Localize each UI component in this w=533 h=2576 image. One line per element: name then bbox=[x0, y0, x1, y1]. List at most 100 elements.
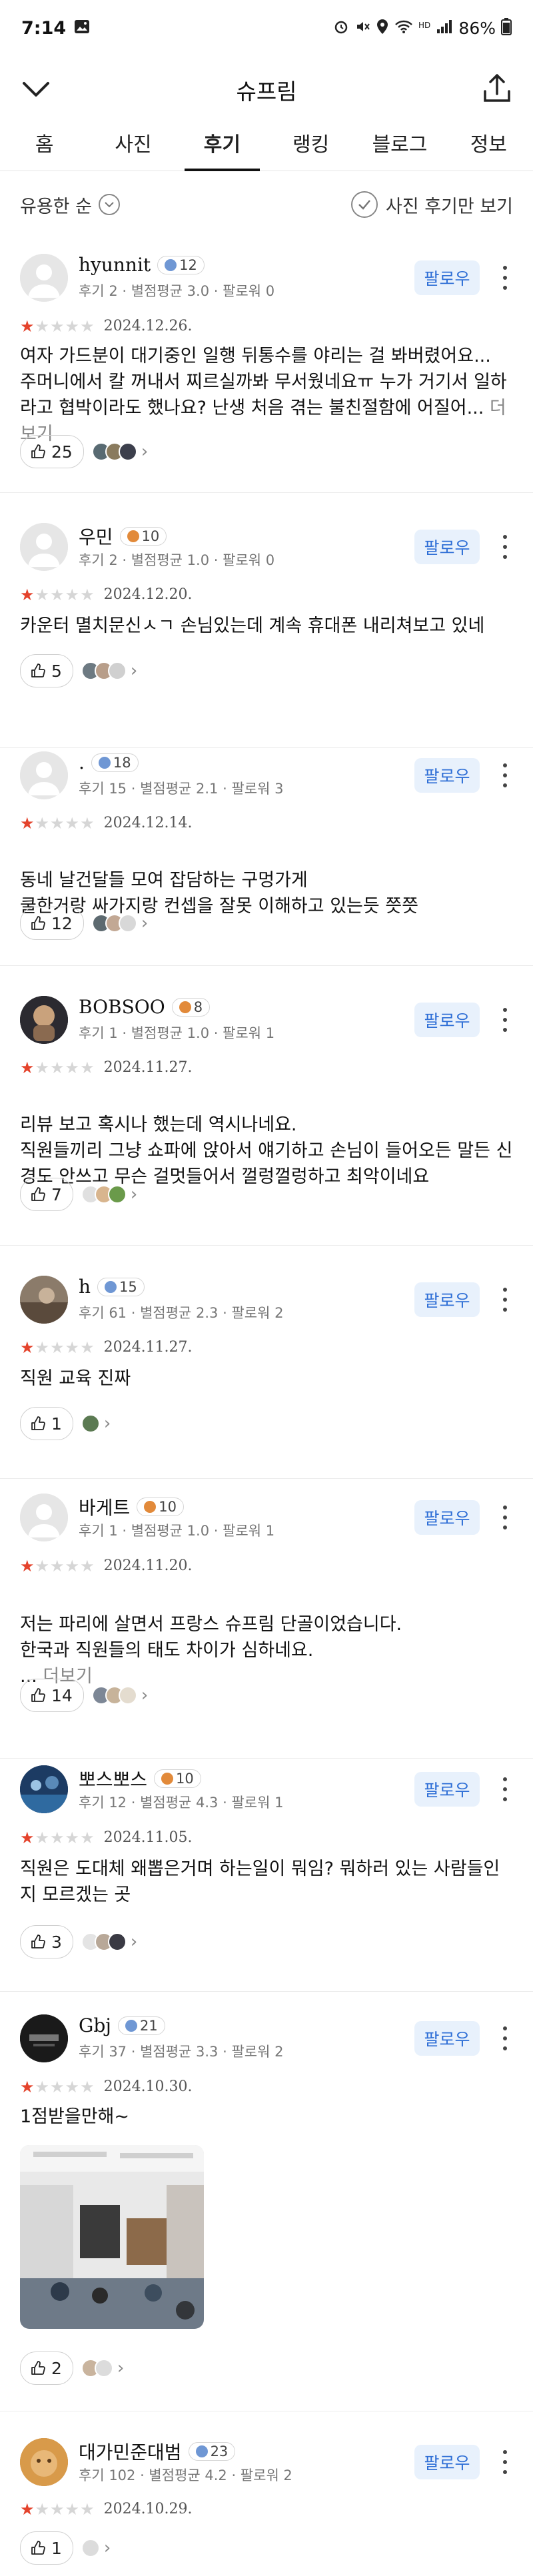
review-item: hyunnit 12 후기 2 · 별점평균 3.0 · 팔로워 0 팔로우 ★… bbox=[0, 238, 533, 493]
sort-label: 유용한 순 bbox=[20, 196, 92, 217]
like-button[interactable]: 7 bbox=[20, 1178, 73, 1211]
like-button[interactable]: 25 bbox=[20, 435, 84, 468]
rating-row: ★ ★ ★ ★ ★ 2024.10.29. bbox=[20, 2501, 193, 2517]
reactor-avatars[interactable]: › bbox=[81, 1414, 111, 1434]
reviewer-name[interactable]: hyunnit bbox=[79, 254, 151, 276]
avatar[interactable] bbox=[20, 751, 68, 799]
avatar[interactable] bbox=[20, 1765, 68, 1813]
tab-photos[interactable]: 사진 bbox=[89, 123, 177, 171]
follow-button[interactable]: 팔로우 bbox=[414, 758, 480, 793]
follow-button[interactable]: 팔로우 bbox=[414, 2021, 480, 2056]
more-options-icon[interactable] bbox=[497, 532, 513, 562]
like-button[interactable]: 14 bbox=[20, 1679, 84, 1712]
photo-only-toggle[interactable]: 사진 후기만 보기 bbox=[350, 191, 513, 218]
reviewer-stats: 후기 1 · 별점평균 1.0 · 팔로워 1 bbox=[79, 1025, 275, 1041]
like-row: 7 › bbox=[20, 1178, 137, 1211]
review-date: 2024.12.20. bbox=[103, 586, 193, 603]
reviewer-name[interactable]: 대가민준대범 bbox=[79, 2438, 182, 2465]
more-options-icon[interactable] bbox=[497, 1503, 513, 1532]
review-text: 리뷰 보고 혹시나 했는데 역시나네요. 직원들끼리 그냥 쇼파에 앉아서 얘기… bbox=[20, 1114, 513, 1187]
rating-row: ★ ★ ★ ★ ★ 2024.12.14. bbox=[20, 815, 193, 831]
reviewer-name[interactable]: Gbj bbox=[79, 2014, 111, 2036]
more-options-icon[interactable] bbox=[497, 1005, 513, 1035]
reactor-avatars[interactable]: › bbox=[91, 442, 148, 462]
more-options-icon[interactable] bbox=[497, 761, 513, 790]
like-button[interactable]: 12 bbox=[20, 907, 84, 940]
more-options-icon[interactable] bbox=[497, 1285, 513, 1314]
follow-button[interactable]: 팔로우 bbox=[414, 530, 480, 564]
more-options-icon[interactable] bbox=[497, 2024, 513, 2053]
reactor-avatars[interactable]: › bbox=[91, 1685, 148, 1705]
review-body: 직원은 도대체 왜뽑은거며 하는일이 뭐임? 뭐하러 있는 사람들인지 모르겠는… bbox=[20, 1856, 513, 1908]
reactor-avatars[interactable]: › bbox=[81, 661, 137, 681]
tab-ranking[interactable]: 랭킹 bbox=[266, 123, 355, 171]
svg-text:HD: HD bbox=[418, 21, 430, 30]
chevron-right-icon: › bbox=[130, 1932, 138, 1952]
share-icon[interactable] bbox=[480, 71, 514, 106]
tab-reviews[interactable]: 후기 bbox=[178, 123, 266, 171]
avatar[interactable] bbox=[20, 1276, 68, 1324]
reactor-avatars[interactable]: › bbox=[81, 1932, 137, 1952]
like-count: 1 bbox=[51, 1414, 62, 1434]
review-item: 바게트 10 후기 1 · 별점평균 1.0 · 팔로워 1 팔로우 ★ ★ ★ ★ ★… bbox=[0, 1479, 533, 1759]
reactor-avatars[interactable]: › bbox=[81, 1184, 137, 1204]
avatar[interactable] bbox=[20, 2014, 68, 2062]
level-value: 10 bbox=[176, 1771, 194, 1787]
follow-button[interactable]: 팔로우 bbox=[414, 1500, 480, 1535]
filter-bar: 유용한 순 사진 후기만 보기 bbox=[0, 171, 533, 238]
avatar[interactable] bbox=[20, 996, 68, 1044]
reviewer-name[interactable]: . bbox=[79, 751, 85, 773]
reviewer-name[interactable]: 우민 bbox=[79, 523, 113, 550]
avatar[interactable] bbox=[20, 2438, 68, 2486]
tab-info[interactable]: 정보 bbox=[444, 123, 533, 171]
like-row: 1 › bbox=[20, 1407, 111, 1440]
review-date: 2024.11.05. bbox=[103, 1829, 193, 1846]
like-button[interactable]: 1 bbox=[20, 2531, 73, 2565]
page-title: 슈프림 bbox=[236, 79, 297, 105]
thumbs-up-icon bbox=[31, 2361, 45, 2375]
review-photo[interactable] bbox=[20, 2145, 204, 2329]
sort-dropdown[interactable]: 유용한 순 bbox=[20, 192, 120, 218]
thumbs-up-icon bbox=[31, 444, 45, 458]
level-value: 18 bbox=[113, 754, 131, 771]
like-button[interactable]: 2 bbox=[20, 2352, 73, 2385]
reviewer-stats: 후기 15 · 별점평균 2.1 · 팔로워 3 bbox=[79, 781, 284, 797]
avatar[interactable] bbox=[20, 254, 68, 302]
rating-row: ★ ★ ★ ★ ★ 2024.11.27. bbox=[20, 1059, 193, 1076]
more-options-icon[interactable] bbox=[497, 263, 513, 292]
reviewer-name[interactable]: 바게트 bbox=[79, 1494, 130, 1520]
level-icon bbox=[165, 258, 177, 271]
chevron-down-icon[interactable] bbox=[19, 75, 53, 105]
more-options-icon[interactable] bbox=[497, 1775, 513, 1804]
avatar[interactable] bbox=[20, 1494, 68, 1541]
thumbs-up-icon bbox=[31, 1934, 45, 1948]
reviewer-name[interactable]: 뽀스뽀스 bbox=[79, 1765, 147, 1792]
follow-button[interactable]: 팔로우 bbox=[414, 260, 480, 295]
reviewer-name[interactable]: h bbox=[79, 1276, 91, 1298]
reactor-avatars[interactable]: › bbox=[81, 2538, 111, 2558]
follow-button[interactable]: 팔로우 bbox=[414, 1772, 480, 1807]
review-item: Gbj 21 후기 37 · 별점평균 3.3 · 팔로워 2 팔로우 ★ ★ ★ ★… bbox=[0, 1992, 533, 2411]
review-item: . 18 후기 15 · 별점평균 2.1 · 팔로워 3 팔로우 ★ ★ ★ ★ ★ … bbox=[0, 721, 533, 966]
like-button[interactable]: 3 bbox=[20, 1925, 73, 1958]
avatar[interactable] bbox=[20, 523, 68, 571]
like-button[interactable]: 1 bbox=[20, 1407, 73, 1440]
like-row: 3 › bbox=[20, 1925, 137, 1958]
reactor-avatars[interactable]: › bbox=[81, 2358, 124, 2378]
review-date: 2024.11.27. bbox=[103, 1339, 193, 1356]
tab-home[interactable]: 홈 bbox=[0, 123, 89, 171]
like-count: 3 bbox=[51, 1932, 62, 1952]
rating-row: ★ ★ ★ ★ ★ 2024.11.05. bbox=[20, 1829, 193, 1846]
level-badge: 10 bbox=[137, 1498, 185, 1516]
like-button[interactable]: 5 bbox=[20, 654, 73, 687]
follow-button[interactable]: 팔로우 bbox=[414, 2445, 480, 2479]
level-badge: 18 bbox=[91, 753, 139, 772]
tab-blog[interactable]: 블로그 bbox=[355, 123, 444, 171]
chevron-right-icon: › bbox=[117, 2358, 125, 2378]
follow-button[interactable]: 팔로우 bbox=[414, 1003, 480, 1037]
alarm-icon bbox=[333, 19, 349, 39]
more-options-icon[interactable] bbox=[497, 2447, 513, 2477]
reviewer-name[interactable]: BOBSOO bbox=[79, 996, 165, 1018]
follow-button[interactable]: 팔로우 bbox=[414, 1282, 480, 1317]
reactor-avatars[interactable]: › bbox=[91, 913, 148, 933]
